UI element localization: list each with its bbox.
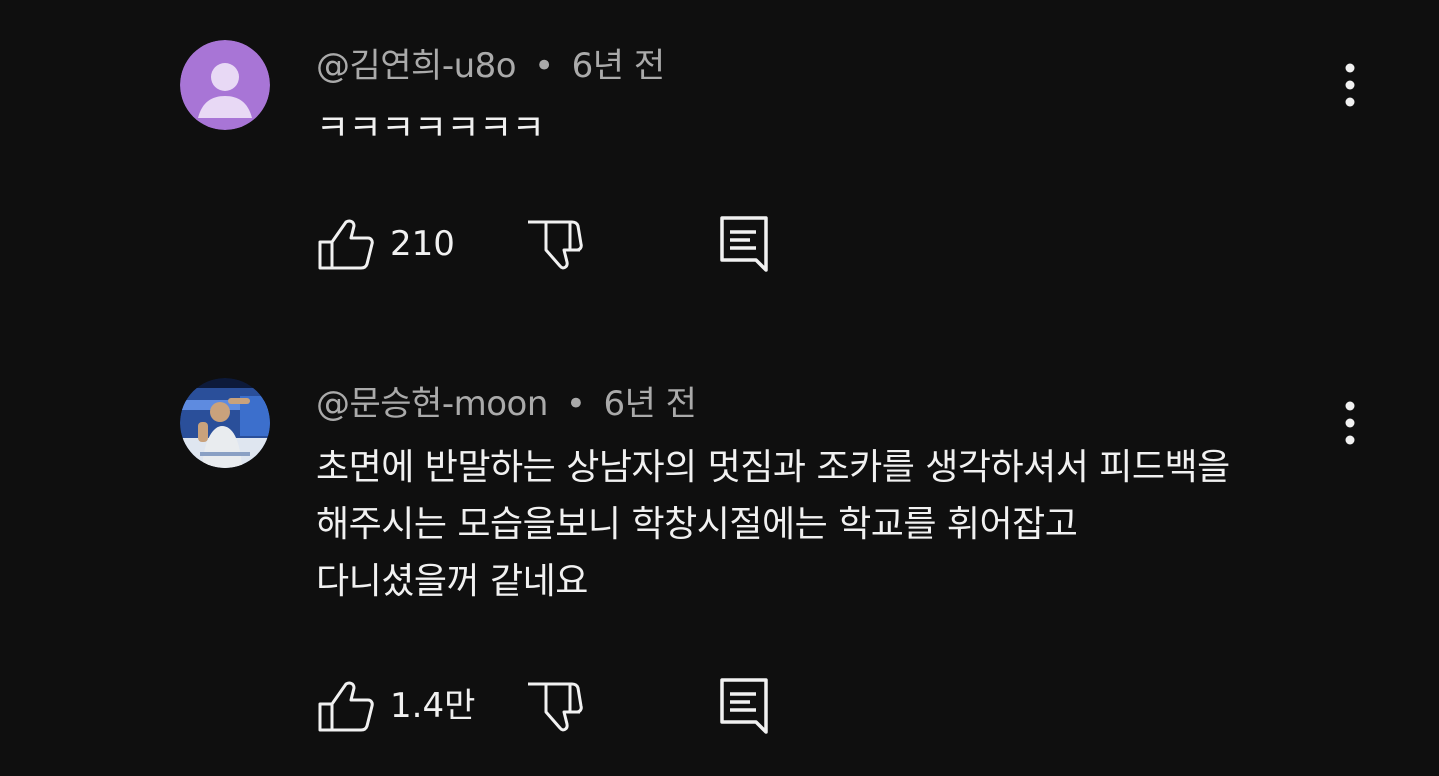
more-vert-icon	[1345, 63, 1355, 107]
comment-body-line: ㅋㅋㅋㅋㅋㅋㅋ	[316, 108, 545, 149]
dislike-button[interactable]	[524, 676, 584, 736]
thumbs-up-icon	[318, 219, 374, 270]
thumbs-up-icon	[318, 681, 374, 732]
more-vert-icon	[1345, 401, 1355, 445]
comment-header: @김연희-u8o • 6년 전	[316, 46, 665, 86]
reply-button[interactable]	[716, 676, 776, 736]
thumbs-down-icon	[528, 682, 583, 732]
comment-time[interactable]: 6년 전	[603, 384, 697, 424]
avatar[interactable]	[180, 40, 270, 130]
comment-author[interactable]: @김연희-u8o	[316, 46, 517, 86]
comment-body-line: 다니셨을꺼 같네요	[316, 561, 588, 602]
more-options-button[interactable]	[1330, 396, 1370, 452]
comment-body-line: 초면에 반말하는 상남자의 멋짐과 조카를 생각하셔서 피드백을	[316, 447, 1230, 488]
reply-comment-icon	[720, 216, 768, 272]
default-user-avatar-icon	[180, 40, 270, 130]
like-button[interactable]	[316, 676, 376, 736]
comment-header: @문승현-moon • 6년 전	[316, 384, 697, 424]
comment-actions: 210	[316, 214, 816, 274]
comment-body-line: 해주시는 모습을보니 학창시절에는 학교를 휘어잡고	[316, 504, 1078, 545]
comment-time[interactable]: 6년 전	[572, 46, 666, 86]
avatar[interactable]	[180, 378, 270, 468]
separator-dot: •	[534, 46, 554, 86]
more-options-button[interactable]	[1330, 58, 1370, 114]
comment-body: ㅋㅋㅋㅋㅋㅋㅋ	[316, 100, 1336, 157]
dislike-button[interactable]	[524, 214, 584, 274]
like-button[interactable]	[316, 214, 376, 274]
thumbs-down-icon	[528, 220, 583, 270]
like-count: 1.4만	[390, 686, 476, 726]
reply-comment-icon	[720, 678, 768, 734]
separator-dot: •	[565, 384, 586, 424]
comment-author[interactable]: @문승현-moon	[316, 384, 548, 424]
comment-actions: 1.4만	[316, 676, 816, 736]
comment-body: 초면에 반말하는 상남자의 멋짐과 조카를 생각하셔서 피드백을 해주시는 모습…	[316, 439, 1336, 610]
user-photo-avatar	[180, 378, 270, 468]
like-count: 210	[390, 224, 455, 264]
reply-button[interactable]	[716, 214, 776, 274]
